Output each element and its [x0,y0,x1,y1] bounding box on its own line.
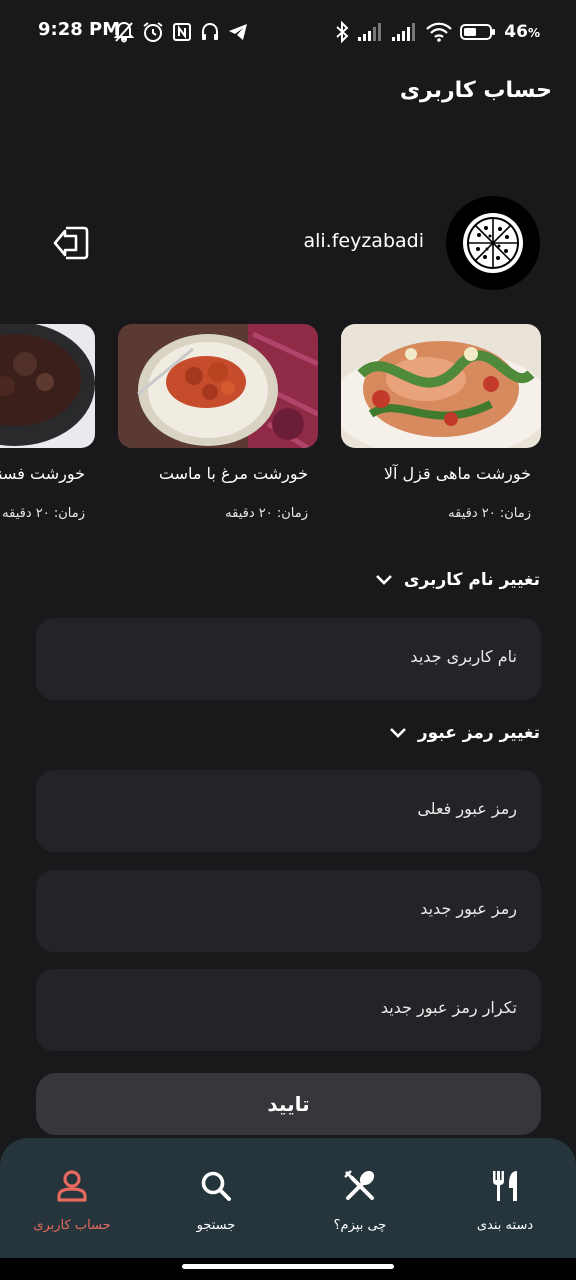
bell-off-icon [114,21,134,43]
page-title: حساب کاربری [399,78,552,103]
battery-icon [460,24,496,40]
new-password-field[interactable]: رمز عبور جدید [36,870,541,952]
recipe-time: زمان: ۲۰ دقیقه [225,506,308,521]
recipe-time: زمان: ۲۰ دقیقه [448,506,531,521]
recipe-time: زمان: ۲۰ دقیقه [2,506,85,521]
recipe-carousel[interactable]: خورشت ماهی قزل آلا زمان: ۲۰ دقیقه خورشت … [0,324,576,534]
gesture-area [0,1258,576,1280]
chevron-down-icon [389,728,406,738]
change-password-toggle[interactable]: تغییر رمز عبور [388,723,540,743]
submit-button[interactable]: تایید [36,1073,541,1135]
field-placeholder: تکرار رمز عبور جدید [380,998,517,1017]
user-icon [57,1170,87,1202]
current-password-field[interactable]: رمز عبور فعلی [36,770,541,852]
nav-item-what-to-cook[interactable]: چی بپزم؟ [305,1168,415,1233]
logout-button[interactable] [50,222,92,264]
status-time: 9:28 PM [38,19,121,40]
nav-item-account[interactable]: حساب کاربری [17,1168,127,1233]
pizza-icon [463,213,523,273]
nfc-icon [173,23,191,41]
nav-label: جستجو [196,1218,236,1233]
wifi-icon [426,22,453,42]
field-placeholder: رمز عبور جدید [420,899,517,918]
status-bar: 9:28 PM 46% [0,0,576,64]
field-placeholder: رمز عبور فعلی [417,799,517,818]
recipe-name: خورشت فسنجان [0,464,85,483]
recipe-image [341,324,541,448]
status-notification-icons [114,18,248,46]
utensils-icon [493,1171,517,1201]
recipe-image [0,324,95,448]
recipe-name: خورشت ماهی قزل آلا [383,464,531,483]
bluetooth-icon [336,21,349,43]
signal-icon [358,23,382,41]
field-placeholder: نام کاربری جدید [410,647,517,666]
recipe-name: خورشت مرغ با ماست [158,464,308,483]
status-system-icons: 46% [334,18,540,46]
recipe-card[interactable]: خورشت فسنجان زمان: ۲۰ دقیقه [0,324,95,534]
recipe-card[interactable]: خورشت ماهی قزل آلا زمان: ۲۰ دقیقه [341,324,541,534]
gesture-handle[interactable] [182,1264,394,1269]
new-username-field[interactable]: نام کاربری جدید [36,618,541,700]
nav-item-categories[interactable]: دسته بندی [450,1168,560,1233]
change-username-toggle[interactable]: تغییر نام کاربری [374,570,540,590]
telegram-icon [229,24,247,40]
battery-level: 46% [504,22,540,42]
recipe-card[interactable]: خورشت مرغ با ماست زمان: ۲۰ دقیقه [118,324,318,534]
nav-label: چی بپزم؟ [333,1218,387,1233]
repeat-password-field[interactable]: تکرار رمز عبور جدید [36,969,541,1051]
section-title: تغییر نام کاربری [403,570,540,590]
avatar[interactable] [446,196,540,290]
alarm-icon [143,22,163,42]
recipe-image [118,324,318,448]
username: ali.feyzabadi [303,230,424,252]
spoon-knife-icon [344,1170,375,1200]
bottom-nav: دسته بندی چی بپزم؟ جستجو حساب کاربری [0,1138,576,1258]
nav-item-search[interactable]: جستجو [161,1168,271,1233]
signal-icon-2 [392,23,416,41]
logout-icon [53,226,89,260]
nav-label: حساب کاربری [33,1218,111,1233]
search-icon [201,1171,231,1201]
profile-row: ali.feyzabadi [0,196,576,292]
chevron-down-icon [375,575,392,585]
headphones-icon [202,22,218,40]
nav-label: دسته بندی [476,1218,534,1233]
section-title: تغییر رمز عبور [417,723,540,743]
